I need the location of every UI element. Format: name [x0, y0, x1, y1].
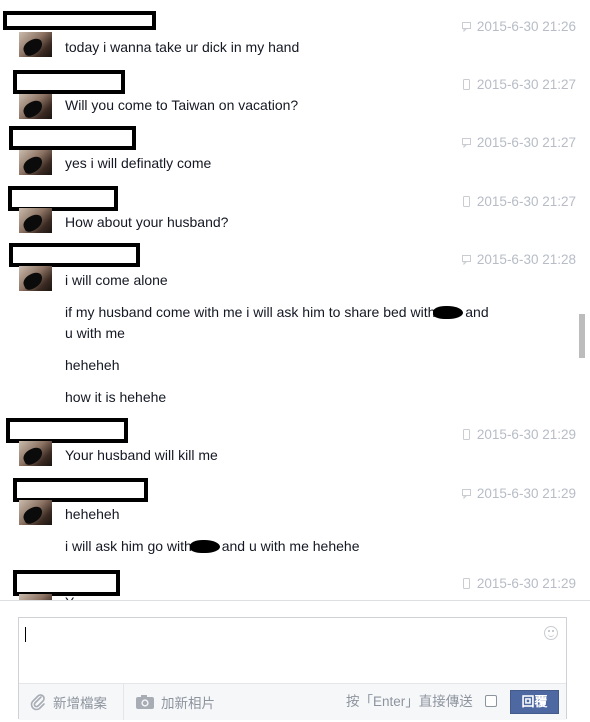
redacted-sender-name — [13, 70, 125, 94]
avatar[interactable] — [19, 150, 52, 175]
message-text: Will you come to Taiwan on vacation? — [65, 97, 299, 113]
message-text: heheheh — [65, 506, 120, 522]
timestamp: 2015-6-30 21:27 — [462, 194, 576, 209]
message-input[interactable] — [19, 618, 566, 683]
redacted-sender-name — [9, 243, 140, 267]
add-photo-button[interactable]: 加新相片 — [135, 684, 215, 720]
mobile-phone-icon — [462, 428, 471, 440]
timestamp: 2015-6-30 21:29 — [462, 576, 576, 591]
timestamp: 2015-6-30 21:26 — [461, 19, 576, 34]
redacted-sender-name — [3, 11, 156, 30]
scrollbar-thumb[interactable] — [579, 314, 585, 358]
avatar[interactable] — [19, 208, 52, 233]
message-text: i will ask him go with and u with me heh… — [65, 538, 360, 554]
message-text: Y — [65, 592, 74, 600]
message-text: Your husband will kill me — [65, 447, 218, 463]
message-text: if my husband come with me i will ask hi… — [65, 304, 489, 320]
reply-button[interactable]: 回覆 — [510, 690, 559, 714]
mobile-phone-icon — [462, 78, 471, 90]
message-text: How about your husband? — [65, 214, 229, 230]
redacted-sender-name — [9, 126, 136, 150]
message-text: how it is hehehe — [65, 389, 167, 405]
send-on-enter-label: 按「Enter」直接傳送 — [346, 694, 473, 709]
chat-bubble-icon — [461, 136, 471, 149]
avatar[interactable] — [19, 266, 52, 291]
redaction-scribble — [433, 306, 464, 319]
emoji-icon[interactable] — [544, 626, 558, 640]
message-text: yes i will definatly come — [65, 155, 212, 171]
message-text: i will come alone — [65, 272, 168, 288]
message-text: heheheh — [65, 357, 120, 373]
avatar[interactable] — [19, 32, 52, 57]
mobile-phone-icon — [462, 577, 471, 589]
message-text: today i wanna take ur dick in my hand — [65, 39, 300, 55]
add-file-button[interactable]: 新增檔案 — [29, 684, 107, 720]
redacted-sender-name — [13, 478, 148, 502]
paperclip-icon — [30, 694, 45, 711]
message-thread: 2015-6-30 21:26 today i wanna take ur di… — [0, 0, 590, 600]
camera-icon — [136, 695, 154, 709]
message-text: u with me — [65, 325, 125, 341]
timestamp: 2015-6-30 21:28 — [461, 252, 576, 267]
toolbar-separator — [123, 684, 124, 720]
timestamp: 2015-6-30 21:29 — [462, 427, 576, 442]
chat-bubble-icon — [461, 487, 471, 500]
mobile-phone-icon — [462, 195, 471, 207]
composer-toolbar: 新增檔案 加新相片 按「Enter」直接傳送 回覆 — [19, 683, 566, 720]
chat-bubble-icon — [461, 253, 471, 266]
redacted-sender-name — [6, 418, 128, 443]
redaction-scribble — [189, 540, 220, 553]
text-caret — [25, 627, 26, 642]
composer-divider — [0, 600, 590, 601]
avatar[interactable] — [19, 441, 52, 466]
timestamp: 2015-6-30 21:29 — [461, 486, 576, 501]
chat-bubble-icon — [461, 20, 471, 33]
timestamp: 2015-6-30 21:27 — [461, 135, 576, 150]
avatar[interactable] — [19, 500, 52, 525]
timestamp: 2015-6-30 21:27 — [462, 77, 576, 92]
send-on-enter-checkbox[interactable] — [485, 695, 497, 707]
avatar[interactable] — [19, 94, 52, 119]
reply-composer: 新增檔案 加新相片 按「Enter」直接傳送 回覆 — [18, 617, 567, 720]
